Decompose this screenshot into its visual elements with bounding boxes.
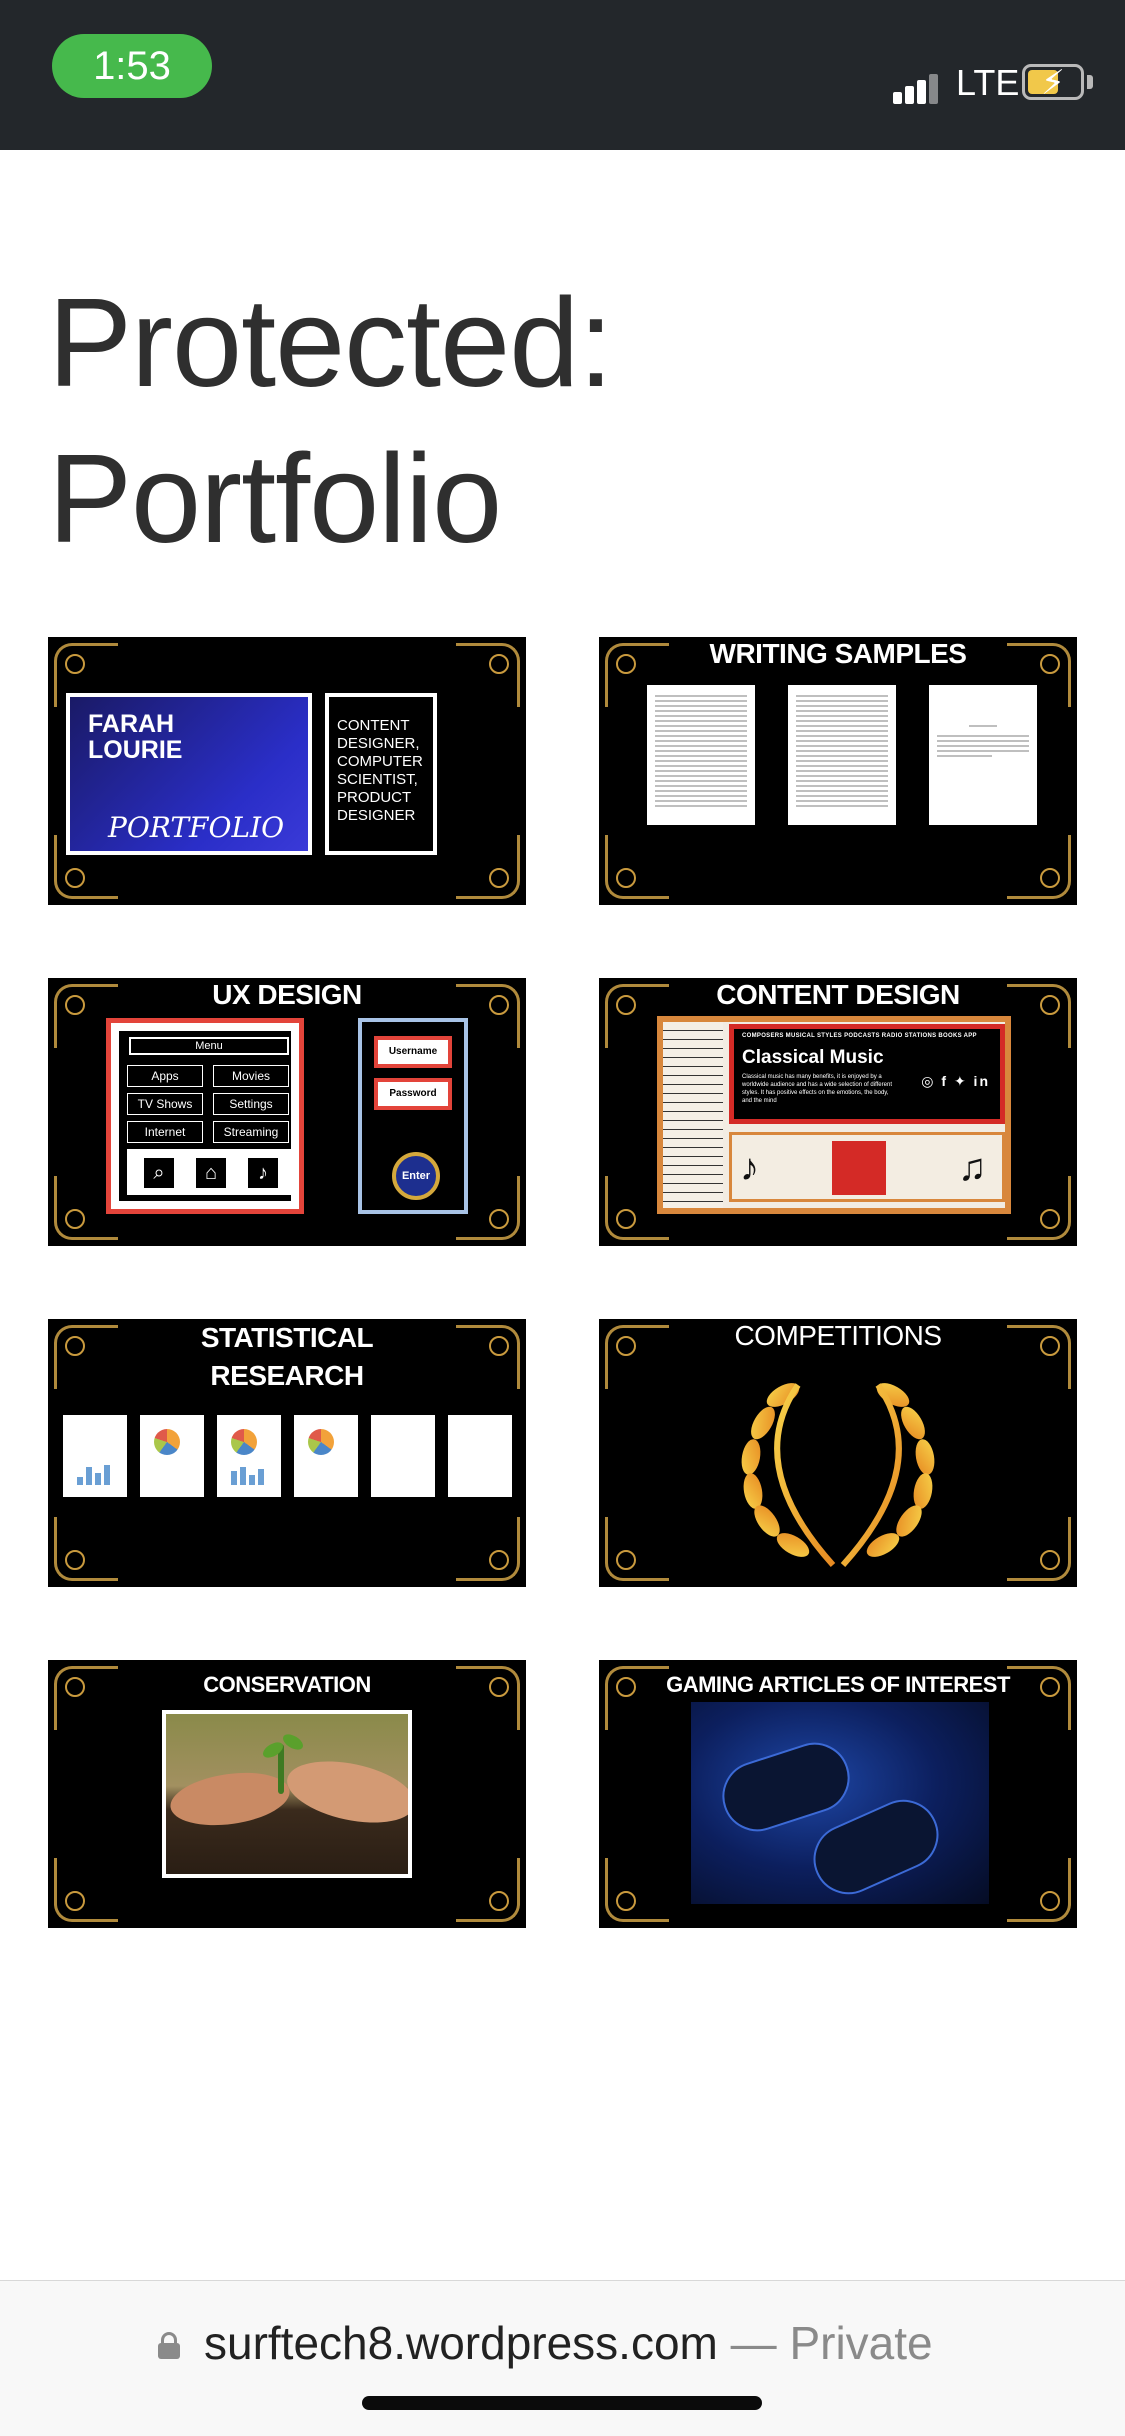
document-thumbnail bbox=[788, 685, 896, 825]
writing-samples-card[interactable]: WRITING SAMPLES bbox=[599, 637, 1077, 905]
portfolio-owner-name: FARAH LOURIE bbox=[88, 710, 183, 764]
report-thumbnail bbox=[140, 1415, 204, 1497]
ux-button: Internet bbox=[127, 1121, 203, 1143]
portfolio-name-box: FARAH LOURIE PORTFOLIO bbox=[66, 693, 312, 855]
ux-menu-bar: Menu bbox=[129, 1037, 289, 1055]
music-image-strip: ♪ ♫ bbox=[729, 1132, 1005, 1202]
card-title: WRITING SAMPLES bbox=[709, 638, 967, 669]
home-icon: ⌂ bbox=[196, 1158, 226, 1188]
content-hero-panel: COMPOSERS MUSICAL STYLES PODCASTS RADIO … bbox=[729, 1024, 1005, 1124]
battery-charging-icon: ⚡ bbox=[1022, 64, 1084, 102]
music-note-icon: ♪ bbox=[740, 1147, 759, 1189]
content-heading: Classical Music bbox=[742, 1047, 884, 1068]
portfolio-roles: CONTENT DESIGNER, COMPUTER SCIENTIST, PR… bbox=[325, 693, 437, 855]
card-title: COMPETITIONS bbox=[734, 1320, 942, 1351]
ornament-corner bbox=[605, 1858, 669, 1922]
home-indicator[interactable] bbox=[362, 2396, 762, 2410]
ux-button: TV Shows bbox=[127, 1093, 203, 1115]
status-bar: 1:53 LTE ⚡ bbox=[0, 0, 1125, 150]
content-body: Classical music has many benefits, it is… bbox=[742, 1074, 892, 1104]
ornament-corner bbox=[456, 835, 520, 899]
laurel-wreath-icon bbox=[741, 1383, 935, 1568]
ux-icon-bar: ⌕ ⌂ ♪ bbox=[127, 1149, 291, 1195]
statistical-research-card[interactable]: STATISTICAL RESEARCH bbox=[48, 1319, 526, 1587]
conservation-card[interactable]: CONSERVATION bbox=[48, 1660, 526, 1928]
ornament-corner bbox=[54, 1517, 118, 1581]
ornament-corner bbox=[456, 1858, 520, 1922]
url-text[interactable]: surftech8.wordpress.com — Private bbox=[204, 2316, 933, 2370]
ux-button: Movies bbox=[213, 1065, 289, 1087]
content-nav: COMPOSERS MUSICAL STYLES PODCASTS RADIO … bbox=[742, 1033, 977, 1039]
report-thumbnail bbox=[371, 1415, 435, 1497]
ux-enter-button: Enter bbox=[392, 1152, 440, 1200]
ornament-corner bbox=[1007, 1858, 1071, 1922]
ornament-corner bbox=[605, 1517, 669, 1581]
game-controller-icon bbox=[713, 1733, 859, 1841]
battery-nub bbox=[1087, 75, 1093, 89]
document-thumbnail bbox=[647, 685, 755, 825]
card-title: GAMING ARTICLES OF INTEREST bbox=[666, 1672, 1010, 1697]
competitions-card[interactable]: COMPETITIONS bbox=[599, 1319, 1077, 1587]
sheet-music-image bbox=[663, 1022, 723, 1208]
url-domain: surftech8.wordpress.com bbox=[204, 2317, 718, 2369]
lock-icon bbox=[158, 2332, 180, 2359]
ux-button: Settings bbox=[213, 1093, 289, 1115]
game-controller-photo bbox=[691, 1702, 989, 1906]
ornament-corner bbox=[1007, 1517, 1071, 1581]
ux-design-card[interactable]: UX DESIGN Menu Apps Movies TV Shows Sett… bbox=[48, 978, 526, 1246]
card-title: CONSERVATION bbox=[203, 1672, 371, 1697]
ornament-corner bbox=[1007, 1176, 1071, 1240]
page-title-line2: Portfolio bbox=[48, 428, 502, 569]
page-title-line1: Protected: bbox=[48, 272, 613, 413]
portfolio-cover-card[interactable]: FARAH LOURIE PORTFOLIO CONTENT DESIGNER,… bbox=[48, 637, 526, 905]
report-thumbnail bbox=[294, 1415, 358, 1497]
search-icon: ⌕ bbox=[144, 1158, 174, 1188]
status-time[interactable]: 1:53 bbox=[52, 34, 212, 98]
document-thumbnail bbox=[929, 685, 1037, 825]
ux-username-field: Username bbox=[374, 1036, 452, 1068]
ornament-corner bbox=[605, 835, 669, 899]
card-title: UX DESIGN bbox=[212, 979, 362, 1010]
report-thumbnail bbox=[448, 1415, 512, 1497]
ux-button: Streaming bbox=[213, 1121, 289, 1143]
report-thumbnail bbox=[217, 1415, 281, 1497]
gaming-articles-card[interactable]: GAMING ARTICLES OF INTEREST bbox=[599, 1660, 1077, 1928]
microphone-icon: ♪ bbox=[248, 1158, 278, 1188]
content-design-card[interactable]: CONTENT DESIGN COMPOSERS MUSICAL STYLES … bbox=[599, 978, 1077, 1246]
music-note-icon: ♫ bbox=[958, 1147, 987, 1189]
ux-mockup-menu: Menu Apps Movies TV Shows Settings Inter… bbox=[106, 1018, 304, 1214]
url-separator: — bbox=[730, 2317, 777, 2369]
ornament-corner bbox=[54, 1858, 118, 1922]
network-type: LTE bbox=[956, 62, 1020, 103]
ux-mockup-login: Username Password Enter bbox=[358, 1018, 468, 1214]
ux-button: Apps bbox=[127, 1065, 203, 1087]
ux-password-field: Password bbox=[374, 1078, 452, 1110]
card-title: CONTENT DESIGN bbox=[716, 979, 960, 1010]
browsing-mode: Private bbox=[789, 2317, 933, 2369]
page-title: Protected: Portfolio bbox=[48, 265, 1048, 577]
content-mockup: COMPOSERS MUSICAL STYLES PODCASTS RADIO … bbox=[657, 1016, 1011, 1214]
card-title: STATISTICAL RESEARCH bbox=[200, 1322, 374, 1391]
ornament-corner bbox=[456, 643, 520, 707]
ornament-corner bbox=[1007, 835, 1071, 899]
portfolio-label: PORTFOLIO bbox=[108, 811, 285, 844]
seedling-hands-photo bbox=[162, 1710, 412, 1878]
report-thumbnail bbox=[63, 1415, 127, 1497]
ornament-corner bbox=[456, 1517, 520, 1581]
signal-icon bbox=[893, 70, 943, 104]
social-icons: ◎ f ✦ in bbox=[921, 1073, 990, 1089]
